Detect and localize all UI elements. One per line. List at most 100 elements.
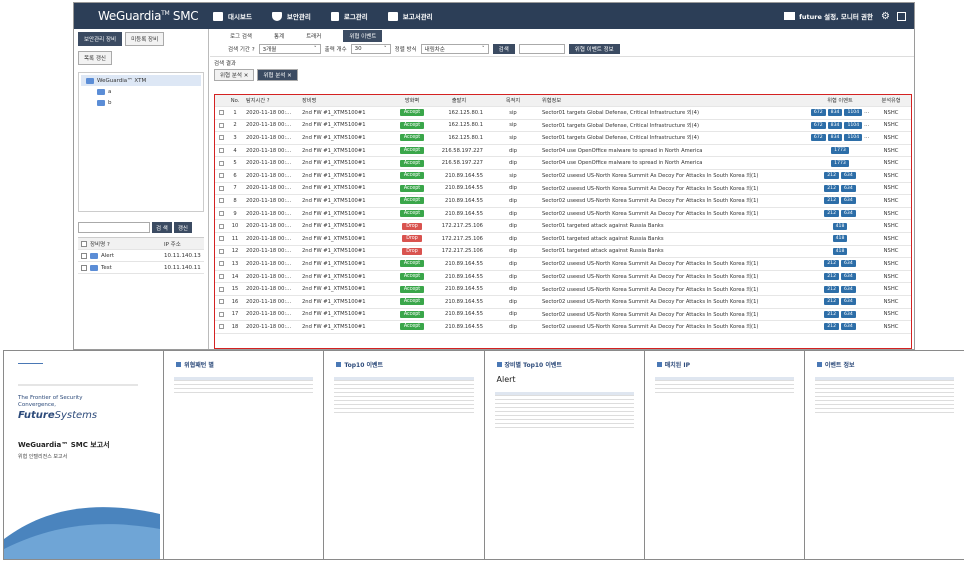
table-row[interactable]: 7 2020-11-18 00:... 2nd FW #1_XTM5100#1 Acc… <box>215 183 911 196</box>
event-id-badge[interactable]: 418 <box>832 222 848 230</box>
event-id-badge[interactable]: 634 <box>841 298 856 306</box>
table-row[interactable]: 1 2020-11-18 00:... 2nd FW #1_XTM5100#1 Acc… <box>215 107 911 120</box>
table-row[interactable]: 15 2020-11-18 00:... 2nd FW #1_XTM5100#1 Ac… <box>215 283 911 296</box>
expand-row-icon[interactable] <box>218 223 224 229</box>
expand-row-icon[interactable] <box>218 211 224 217</box>
tab-tracker[interactable]: 트래커 <box>306 32 321 40</box>
expand-row-icon[interactable] <box>218 286 224 292</box>
expand-row-icon[interactable] <box>218 148 224 154</box>
event-id-badge[interactable]: 1104 <box>844 109 863 117</box>
expand-row-icon[interactable] <box>218 185 224 191</box>
threat-info-button[interactable]: 위협 이벤트 정보 <box>568 44 620 54</box>
expand-row-icon[interactable] <box>218 299 224 305</box>
event-id-badge[interactable]: 418 <box>832 235 848 243</box>
table-row[interactable]: 13 2020-11-18 00:... 2nd FW #1_XTM5100#1 Ac… <box>215 258 911 271</box>
expand-row-icon[interactable] <box>218 135 224 141</box>
event-id-badge[interactable]: 634 <box>841 323 856 331</box>
event-id-badge[interactable]: 634 <box>841 260 856 268</box>
expand-row-icon[interactable] <box>218 198 224 204</box>
table-row[interactable]: 11 2020-11-18 00:... 2nd FW #1_XTM5100#1 Dr… <box>215 233 911 246</box>
event-id-badge[interactable]: 634 <box>841 172 856 180</box>
event-id-badge[interactable]: 212 <box>824 323 839 331</box>
select-all-checkbox[interactable] <box>81 240 87 247</box>
table-row[interactable]: 16 2020-11-18 00:... 2nd FW #1_XTM5100#1 Ac… <box>215 296 911 309</box>
expand-row-icon[interactable] <box>218 324 224 330</box>
refresh-list-button[interactable]: 목록 갱신 <box>78 51 112 65</box>
event-id-badge[interactable]: 212 <box>824 184 839 192</box>
tree-node-b[interactable]: b <box>81 97 201 108</box>
tree-node-root[interactable]: WeGuardia™ XTM <box>81 75 201 86</box>
device-reset-button[interactable]: 갱신 <box>173 222 192 233</box>
nav-dashboard[interactable]: 대시보드 <box>213 11 252 21</box>
table-row[interactable]: 3 2020-11-18 00:... 2nd FW #1_XTM5100#1 Acc… <box>215 132 911 145</box>
event-id-badge[interactable]: 634 <box>841 310 856 318</box>
tab-managed-devices[interactable]: 보안관리 장비 <box>78 32 123 46</box>
logout-icon[interactable] <box>897 11 906 21</box>
tree-node-a[interactable]: a <box>81 86 201 97</box>
event-id-badge[interactable]: 672 <box>810 134 826 142</box>
expand-row-icon[interactable] <box>218 261 224 267</box>
search-button[interactable]: 검색 <box>492 44 515 54</box>
device-search-input[interactable] <box>78 222 150 233</box>
tab-threat-event[interactable]: 위협 이벤트 <box>343 29 383 42</box>
event-id-badge[interactable]: 212 <box>824 285 839 293</box>
event-id-badge[interactable]: 634 <box>841 210 856 218</box>
event-id-badge[interactable]: 1104 <box>844 121 863 129</box>
expand-row-icon[interactable] <box>218 110 224 116</box>
event-id-badge[interactable]: 212 <box>824 260 839 268</box>
table-row[interactable]: 5 2020-11-18 00:... 2nd FW #1_XTM5100#1 Acc… <box>215 157 911 170</box>
device-checkbox[interactable] <box>81 252 87 259</box>
report-page[interactable]: 장비별 Top10 이벤트 Alert <box>483 350 645 560</box>
expand-row-icon[interactable] <box>218 274 224 280</box>
expand-row-icon[interactable] <box>218 248 224 254</box>
tab-log-search[interactable]: 로그 검색 <box>230 32 252 40</box>
expand-row-icon[interactable] <box>218 122 224 128</box>
table-row[interactable]: 6 2020-11-18 00:... 2nd FW #1_XTM5100#1 Acc… <box>215 170 911 183</box>
event-id-badge[interactable]: 834 <box>827 121 843 129</box>
report-page[interactable]: Top10 이벤트 <box>323 350 485 560</box>
expand-row-icon[interactable] <box>218 173 224 179</box>
report-cover-page[interactable]: The Frontier of Security Convergence, Fu… <box>3 350 165 560</box>
report-page[interactable]: 매치된 IP <box>643 350 805 560</box>
event-id-badge[interactable]: 212 <box>824 210 839 218</box>
event-id-badge[interactable]: 212 <box>824 172 839 180</box>
table-row[interactable]: 8 2020-11-18 00:... 2nd FW #1_XTM5100#1 Acc… <box>215 195 911 208</box>
gear-icon[interactable]: ⚙ <box>881 11 890 22</box>
nav-security[interactable]: 보안관리 <box>271 11 311 21</box>
subtab-threat-analysis-active[interactable]: 위협 분석 ✕ <box>257 69 298 81</box>
nav-report[interactable]: 보고서관리 <box>387 11 433 21</box>
device-row[interactable]: Test 10.11.140.11 <box>78 262 204 274</box>
expand-row-icon[interactable] <box>218 236 224 242</box>
event-id-badge[interactable]: 212 <box>824 310 839 318</box>
event-id-badge[interactable]: 834 <box>827 109 843 117</box>
tab-unregistered-devices[interactable]: 미등록 장비 <box>125 32 165 46</box>
table-row[interactable]: 17 2020-11-18 00:... 2nd FW #1_XTM5100#1 Ac… <box>215 309 911 322</box>
event-id-badge[interactable]: 1773 <box>831 159 849 167</box>
table-row[interactable]: 18 2020-11-18 00:... 2nd FW #1_XTM5100#1 Ac… <box>215 321 911 334</box>
event-id-badge[interactable]: 1104 <box>844 134 863 142</box>
keyword-input[interactable] <box>518 44 565 54</box>
event-id-badge[interactable]: 634 <box>841 197 856 205</box>
event-id-badge[interactable]: 834 <box>827 134 843 142</box>
count-select[interactable]: 30 ˅ <box>350 44 391 54</box>
event-id-badge[interactable]: 634 <box>841 184 856 192</box>
device-checkbox[interactable] <box>81 264 87 271</box>
event-id-badge[interactable]: 1773 <box>831 147 849 155</box>
event-id-badge[interactable]: 212 <box>824 298 839 306</box>
table-row[interactable]: 10 2020-11-18 00:... 2nd FW #1_XTM5100#1 Dr… <box>215 220 911 233</box>
event-id-badge[interactable]: 672 <box>810 121 826 129</box>
event-id-badge[interactable]: 634 <box>841 285 856 293</box>
expand-row-icon[interactable] <box>218 160 224 166</box>
event-id-badge[interactable]: 212 <box>824 197 839 205</box>
period-select[interactable]: 3개월 ˅ <box>258 44 321 54</box>
sort-select[interactable]: 내림차순 ˅ <box>420 44 489 54</box>
subtab-threat-analysis[interactable]: 위협 분석 ✕ <box>214 69 255 81</box>
table-row[interactable]: 9 2020-11-18 00:... 2nd FW #1_XTM5100#1 Acc… <box>215 208 911 221</box>
table-row[interactable]: 14 2020-11-18 00:... 2nd FW #1_XTM5100#1 Ac… <box>215 271 911 284</box>
device-row[interactable]: Alert 10.11.140.13 <box>78 250 204 262</box>
event-id-badge[interactable]: 672 <box>810 109 826 117</box>
device-search-button[interactable]: 검 색 <box>152 222 172 233</box>
nav-log[interactable]: 로그관리 <box>330 11 368 21</box>
event-id-badge[interactable]: 212 <box>824 273 839 281</box>
table-row[interactable]: 2 2020-11-18 00:... 2nd FW #1_XTM5100#1 Acc… <box>215 120 911 133</box>
